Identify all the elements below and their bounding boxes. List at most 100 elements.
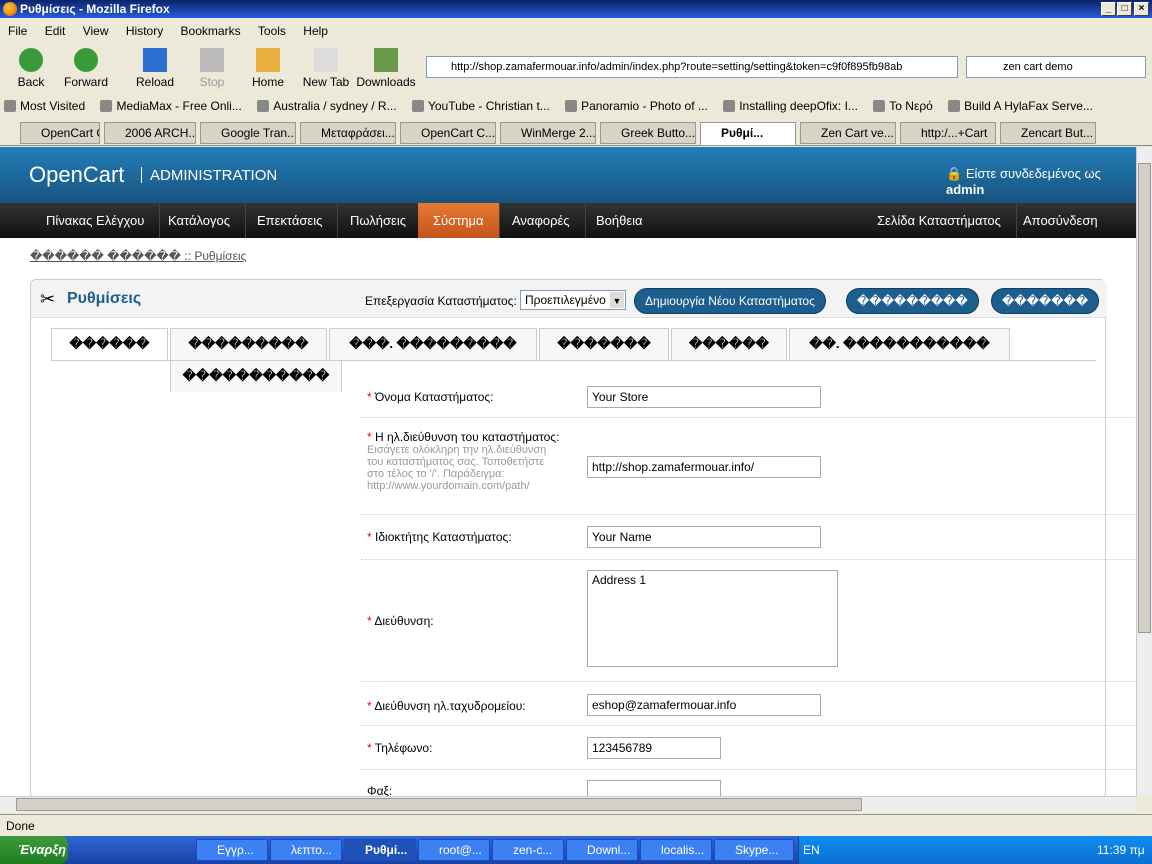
browser-tab[interactable]: 2006 ARCH... — [104, 122, 196, 144]
browser-tab[interactable]: Zencart But... — [1000, 122, 1096, 144]
field-label: * Διεύθυνση: — [367, 614, 434, 628]
tools-icon: ✂ — [40, 289, 56, 309]
field-help: Εισάγετε ολόκληρη την ηλ.διεύθυνση του κ… — [367, 444, 547, 492]
browser-tab[interactable]: Μεταφράσει... — [300, 122, 396, 144]
browser-tab[interactable]: Zen Cart ve... — [800, 122, 896, 144]
field-row: * Ιδιοκτήτης Καταστήματος: Your Name — [361, 515, 1136, 560]
tab-option[interactable]: ������� — [539, 328, 669, 360]
bookmark-item[interactable]: Installing deepOfix: I... — [719, 96, 858, 116]
menu-tools[interactable]: Tools — [258, 24, 286, 38]
firefox-icon — [3, 2, 17, 16]
email-field[interactable]: eshop@zamafermouar.info — [587, 694, 821, 716]
taskbar-item[interactable]: Skype... — [714, 839, 794, 861]
taskbar-item[interactable]: λεπτο... — [270, 839, 342, 861]
tab-general[interactable]: ������ — [51, 328, 168, 360]
opencart-logo[interactable]: OpenCart — [29, 162, 124, 188]
menu-extensions[interactable]: Επεκτάσεις — [242, 203, 339, 238]
menu-history[interactable]: History — [126, 24, 163, 38]
taskbar-item[interactable]: zen-c... — [492, 839, 564, 861]
browser-tab[interactable]: WinMerge 2... — [500, 122, 596, 144]
scrollbar-thumb[interactable] — [1138, 163, 1151, 633]
fax-input[interactable] — [587, 780, 721, 796]
window-titlebar: Ρυθμίσεις - Mozilla Firefox _ □ × — [0, 0, 1152, 18]
menu-view[interactable]: View — [83, 24, 109, 38]
cancel-button[interactable]: ������� — [991, 288, 1100, 314]
address-textarea[interactable]: Address 1 — [587, 570, 838, 667]
breadcrumb-home[interactable]: ������ ������ — [30, 249, 181, 263]
maximize-button[interactable]: □ — [1117, 2, 1132, 16]
lock-icon: 🔒 — [946, 166, 963, 181]
start-button[interactable]: Έναρξη — [0, 836, 68, 864]
horizontal-scrollbar[interactable] — [0, 796, 1136, 812]
bookmark-item[interactable]: Build A HylaFax Serve... — [944, 96, 1093, 116]
breadcrumb-separator: :: — [184, 249, 192, 263]
bookmark-item[interactable]: MediaMax - Free Onli... — [96, 96, 242, 116]
address-bar[interactable]: http://shop.zamafermouar.info/admin/inde… — [426, 56, 958, 78]
page-title: Ρυθμίσεις — [67, 290, 142, 307]
browser-tab[interactable]: Google Tran... — [200, 122, 296, 144]
menu-bookmarks[interactable]: Bookmarks — [181, 24, 241, 38]
minimize-button[interactable]: _ — [1101, 2, 1116, 16]
status-bar: Done — [0, 814, 1152, 836]
browser-tab-strip: OpenCart C... 2006 ARCH... Google Tran..… — [0, 120, 1152, 146]
menu-help[interactable]: Help — [303, 24, 328, 38]
store-name-input[interactable]: Your Store — [587, 386, 821, 408]
bookmark-item[interactable]: Το Νερό — [869, 96, 933, 116]
scrollbar-thumb[interactable] — [16, 798, 862, 811]
taskbar-item[interactable]: Εγγρ... — [196, 839, 268, 861]
search-input[interactable]: zen cart demo — [966, 56, 1146, 78]
create-store-button[interactable]: Δημιουργία Νέου Καταστήματος — [634, 288, 826, 314]
store-url-input[interactable]: http://shop.zamafermouar.info/ — [587, 456, 821, 478]
browser-tab[interactable]: OpenCart C... — [20, 122, 100, 144]
taskbar-item-active[interactable]: Ρυθμί... — [344, 839, 416, 861]
main-menu: Πίνακας Ελέγχου Κατάλογος Επεκτάσεις Πωλ… — [0, 203, 1136, 238]
telephone-input[interactable]: 123456789 — [587, 737, 721, 759]
menu-dashboard[interactable]: Πίνακας Ελέγχου — [31, 203, 161, 238]
store-owner-input[interactable]: Your Name — [587, 526, 821, 548]
stop-button[interactable]: Stop — [181, 48, 243, 89]
menu-edit[interactable]: Edit — [45, 24, 66, 38]
tab-image[interactable]: ������ — [671, 328, 787, 360]
menu-help[interactable]: Βοήθεια — [581, 203, 658, 238]
opencart-header: OpenCart ADMINISTRATION 🔒 Είστε συνδεδεμ… — [0, 147, 1136, 203]
tab-store[interactable]: ��������� — [170, 328, 327, 360]
tab-server[interactable]: ����������� — [170, 360, 342, 392]
downloads-button[interactable]: Downloads — [355, 48, 417, 89]
save-button[interactable]: ��������� — [846, 288, 979, 314]
bookmark-item[interactable]: YouTube - Christian t... — [408, 96, 550, 116]
browser-tab-active[interactable]: Ρυθμί... — [700, 122, 796, 146]
bookmark-item[interactable]: Most Visited — [0, 96, 85, 116]
menu-reports[interactable]: Αναφορές — [497, 203, 586, 238]
menu-sales[interactable]: Πωλήσεις — [335, 203, 422, 238]
store-select[interactable]: Προεπιλεγμένο ▼ — [520, 290, 626, 310]
field-label: * Ιδιοκτήτης Καταστήματος: — [367, 530, 512, 544]
back-button[interactable]: Back — [0, 48, 62, 89]
close-button[interactable]: × — [1134, 2, 1149, 16]
browser-tab[interactable]: OpenCart C... — [400, 122, 496, 144]
tab-mail[interactable]: ��. ����������� — [789, 328, 1010, 360]
field-label: Φαξ: — [367, 784, 393, 796]
tab-local[interactable]: ���. ��������� — [329, 328, 537, 360]
browser-tab[interactable]: http:/...+Cart — [900, 122, 996, 144]
home-button[interactable]: Home — [237, 48, 299, 89]
browser-tab[interactable]: Greek Butto... — [600, 122, 696, 144]
menu-file[interactable]: File — [8, 24, 27, 38]
stop-icon — [200, 48, 224, 72]
field-row: * Τηλέφωνο: 123456789 — [361, 726, 1136, 770]
reload-icon — [143, 48, 167, 72]
taskbar-item[interactable]: localis... — [640, 839, 712, 861]
menu-store-front[interactable]: Σελίδα Καταστήματος — [862, 203, 1017, 238]
breadcrumb-current[interactable]: Ρυθμίσεις — [194, 249, 246, 263]
menu-catalog[interactable]: Κατάλογος — [153, 203, 247, 238]
forward-button[interactable]: Forward — [55, 48, 117, 89]
taskbar-item[interactable]: Downl... — [566, 839, 638, 861]
language-indicator[interactable]: EN — [803, 836, 820, 864]
reload-button[interactable]: Reload — [124, 48, 186, 89]
new-tab-button[interactable]: New Tab — [295, 48, 357, 89]
taskbar-item[interactable]: root@... — [418, 839, 490, 861]
menu-logout[interactable]: Αποσύνδεση — [1008, 203, 1113, 238]
bookmark-item[interactable]: Panoramio - Photo of ... — [561, 96, 708, 116]
bookmark-item[interactable]: Australia / sydney / R... — [253, 96, 397, 116]
vertical-scrollbar[interactable] — [1136, 147, 1152, 796]
menu-system[interactable]: Σύστημα — [418, 203, 500, 238]
